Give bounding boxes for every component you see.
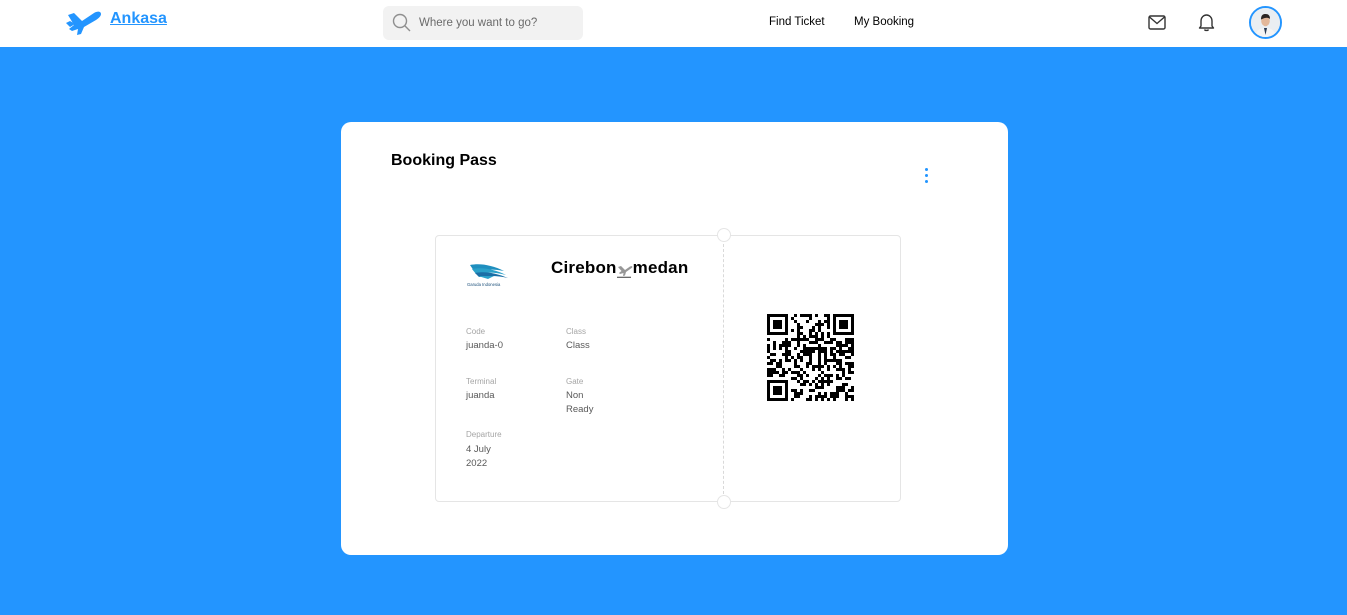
qr-code-icon [767,314,854,401]
kebab-menu-icon[interactable] [921,168,931,186]
search-icon [392,13,411,32]
route-plane-icon [616,266,633,278]
boarding-ticket: Garuda Indonesia Cirebon medan Code juan… [435,228,901,509]
class-value: Class [566,340,590,351]
search-box [383,6,583,40]
code-value: juanda-0 [466,340,503,351]
mail-icon[interactable] [1148,15,1166,30]
route-to: medan [632,258,689,277]
terminal-label: Terminal [466,377,497,386]
gate-value-line1: Non [566,390,584,401]
nav-my-booking[interactable]: My Booking [854,16,914,28]
plane-logo-icon [66,11,101,35]
route-from: Cirebon [551,258,617,277]
user-photo-icon [1251,8,1280,37]
ticket-notch-bottom [717,495,731,509]
gate-value-line2: Ready [566,404,594,415]
route: Cirebon medan [551,258,688,278]
nav-find-ticket[interactable]: Find Ticket [769,16,825,28]
brand-name: Ankasa [110,10,167,27]
garuda-airline-logo: Garuda Indonesia [467,264,508,287]
gate-label: Gate [566,377,584,386]
search-input[interactable] [419,6,579,40]
departure-value-line1: 4 July [466,444,491,455]
avatar[interactable] [1249,6,1282,39]
departure-value-line2: 2022 [466,458,488,469]
code-label: Code [466,327,486,336]
booking-card: Booking Pass Garuda Indonesia Cirebon me… [341,122,1008,555]
airline-caption: Garuda Indonesia [467,282,501,287]
class-label: Class [566,327,587,336]
brand-link[interactable]: Ankasa [66,9,167,37]
page-title: Booking Pass [391,152,497,169]
ticket-divider [723,244,724,494]
ticket-notch-top [717,228,731,242]
bell-icon[interactable] [1198,13,1215,32]
departure-label: Departure [466,430,502,439]
navbar: Ankasa Find Ticket My Booking [0,0,1347,47]
terminal-value: juanda [466,390,495,401]
